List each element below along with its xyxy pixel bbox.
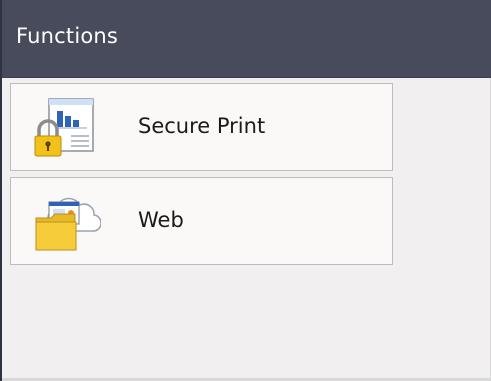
page-title: Functions [16, 24, 119, 48]
functions-screen: Functions Secure Print Web [0, 0, 491, 381]
secure-print-icon [34, 98, 94, 157]
web-label: Web [138, 208, 184, 232]
secure-print-label: Secure Print [138, 114, 266, 138]
header-bar: Functions [2, 0, 491, 78]
web-folder-icon [35, 197, 101, 251]
secure-print-button[interactable]: Secure Print [10, 83, 393, 171]
web-button[interactable]: Web [10, 177, 393, 265]
